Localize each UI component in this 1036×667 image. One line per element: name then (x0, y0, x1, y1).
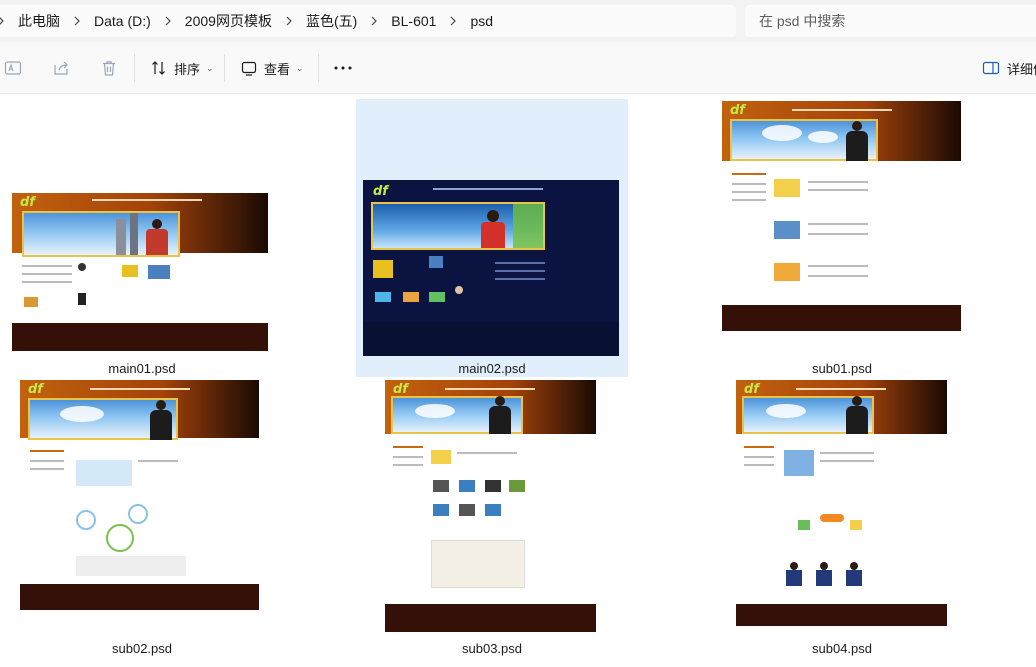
file-item-selected[interactable]: df main02.psd (356, 99, 628, 377)
toolbar-divider (318, 54, 319, 82)
sort-button[interactable]: 排序 ⌄ (150, 56, 214, 80)
more-options-button[interactable] (333, 56, 353, 80)
file-name: sub03.psd (462, 641, 522, 656)
rename-button[interactable] (4, 56, 22, 80)
chevron-right-icon[interactable] (440, 16, 466, 26)
thumbnail-image: df (363, 180, 619, 356)
thumbnail-image: df (722, 101, 961, 331)
command-bar: 排序 ⌄ 查看 ⌄ 详细信息 (0, 42, 1036, 94)
share-icon (52, 59, 70, 77)
breadcrumb-item-templates[interactable]: 2009网页模板 (181, 11, 276, 31)
file-name: sub01.psd (812, 361, 872, 376)
thumbnail-image: df (12, 193, 268, 351)
file-name: main01.psd (108, 361, 176, 376)
thumbnail-image: df (385, 380, 596, 632)
chevron-right-icon[interactable] (276, 16, 302, 26)
toolbar-divider (134, 54, 135, 82)
thumbnail-image: df (20, 380, 259, 610)
file-name: sub02.psd (112, 641, 172, 656)
sort-icon (150, 59, 168, 77)
chevron-right-icon[interactable] (155, 16, 181, 26)
view-icon (240, 59, 258, 77)
breadcrumb-item-data-drive[interactable]: Data (D:) (90, 13, 155, 29)
thumbnail-image: df (736, 380, 947, 626)
file-name: sub04.psd (812, 641, 872, 656)
details-label: 详细信息 (1007, 61, 1036, 77)
file-item[interactable]: df sub03.psd (356, 379, 628, 657)
toolbar-divider (224, 54, 225, 82)
breadcrumb-item-this-pc[interactable]: 此电脑 (14, 11, 64, 31)
delete-button[interactable] (100, 56, 118, 80)
file-grid: df main01.psd df main02.psd df sub01.psd… (0, 95, 1036, 667)
more-icon (333, 59, 353, 77)
rename-icon (4, 59, 22, 77)
chevron-down-icon: ⌄ (206, 62, 214, 73)
chevron-right-icon[interactable] (361, 16, 387, 26)
chevron-right-icon[interactable] (64, 16, 90, 26)
search-input[interactable]: 在 psd 中搜索 (745, 5, 1036, 37)
breadcrumb-item-psd[interactable]: psd (466, 13, 497, 29)
chevron-down-icon: ⌄ (296, 62, 304, 73)
search-placeholder: 在 psd 中搜索 (759, 13, 846, 29)
breadcrumb-item-bl601[interactable]: BL-601 (387, 13, 440, 29)
breadcrumb[interactable]: 此电脑 Data (D:) 2009网页模板 蓝色(五) BL-601 psd (0, 5, 736, 37)
chevron-right-icon[interactable] (0, 16, 14, 26)
share-button[interactable] (52, 56, 70, 80)
details-pane-icon (982, 59, 1000, 77)
details-pane-button[interactable]: 详细信息 (982, 56, 1036, 80)
view-button[interactable]: 查看 ⌄ (240, 56, 304, 80)
file-item[interactable]: df sub01.psd (706, 99, 978, 377)
address-bar-row: 此电脑 Data (D:) 2009网页模板 蓝色(五) BL-601 psd … (0, 0, 1036, 42)
file-name: main02.psd (458, 361, 526, 376)
file-item[interactable]: df sub02.psd (6, 379, 278, 657)
delete-icon (100, 59, 118, 77)
breadcrumb-item-blue-five[interactable]: 蓝色(五) (302, 11, 361, 31)
view-label: 查看 (264, 61, 291, 77)
file-item[interactable]: df sub04.psd (706, 379, 978, 657)
file-item[interactable]: df main01.psd (6, 99, 278, 377)
sort-label: 排序 (174, 61, 201, 77)
